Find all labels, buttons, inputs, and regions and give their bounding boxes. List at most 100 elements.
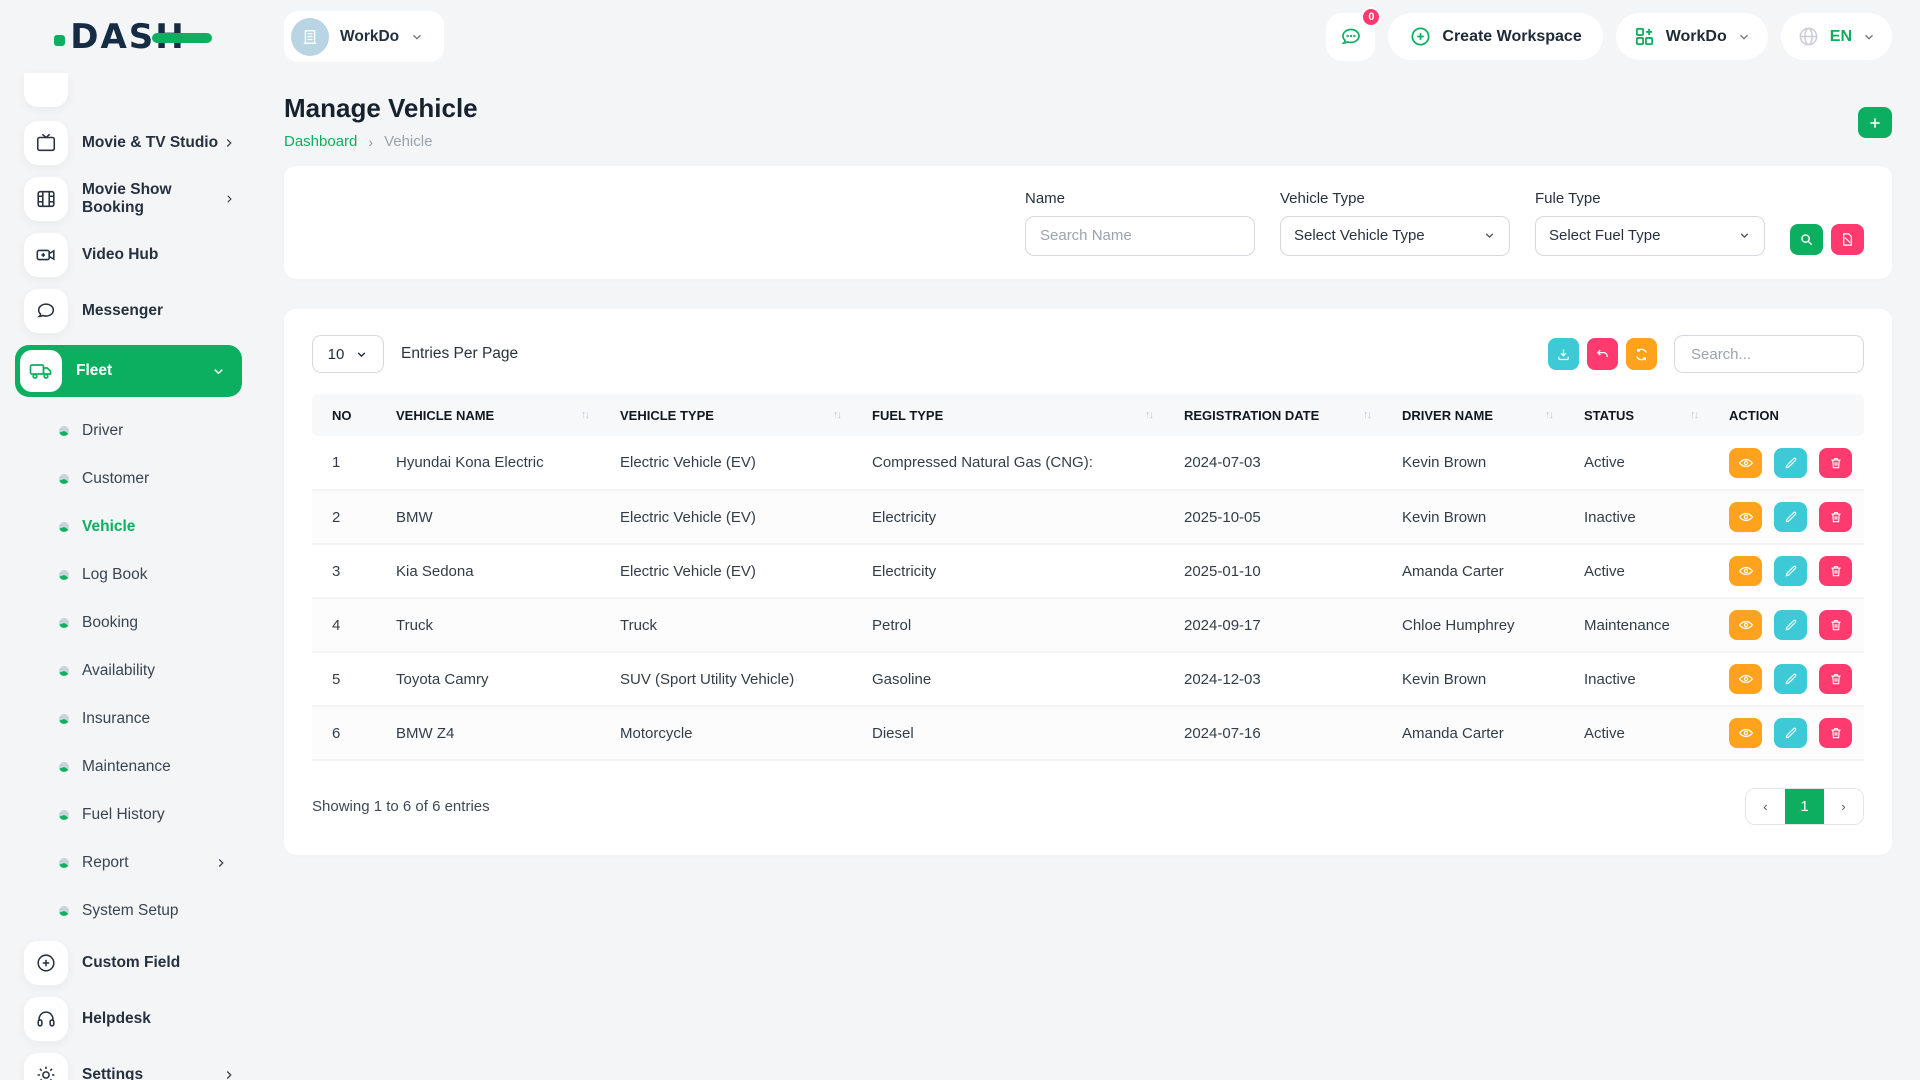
view-button[interactable] [1729, 502, 1762, 532]
sidebar-subitem-insurance[interactable]: Insurance [24, 695, 242, 743]
view-button[interactable] [1729, 664, 1762, 694]
cell-registration-date: 2024-09-17 [1164, 598, 1382, 652]
sidebar-item-helpdesk[interactable]: Helpdesk [24, 997, 242, 1041]
language-selector[interactable]: EN [1781, 13, 1892, 60]
messenger-icon [24, 289, 68, 333]
vehicle-type-select[interactable]: Select Vehicle Type [1280, 216, 1510, 256]
filter-search-button[interactable] [1790, 224, 1823, 255]
chat-badge: 0 [1361, 7, 1381, 27]
column-header-action: ACTION [1709, 394, 1864, 436]
delete-button[interactable] [1819, 556, 1852, 586]
cell-fuel-type: Electricity [852, 544, 1164, 598]
sidebar-item-custom-field[interactable]: Custom Field [24, 941, 242, 985]
entries-per-page-select[interactable]: 10 [312, 335, 384, 373]
clear-filter-icon [1840, 232, 1855, 247]
breadcrumb-dashboard-link[interactable]: Dashboard [284, 133, 357, 150]
bullet-icon [59, 762, 69, 772]
column-header-driver-name[interactable]: DRIVER NAME↑↓ [1382, 394, 1564, 436]
cell-vehicle-name: Kia Sedona [376, 544, 600, 598]
delete-button[interactable] [1819, 664, 1852, 694]
cell-action [1709, 436, 1864, 490]
building-icon [300, 27, 320, 47]
sidebar-subitem-vehicle[interactable]: Vehicle [24, 503, 242, 551]
cell-vehicle-type: Electric Vehicle (EV) [600, 544, 852, 598]
vehicle-table: NOVEHICLE NAME↑↓VEHICLE TYPE↑↓FUEL TYPE↑… [312, 394, 1864, 761]
delete-button[interactable] [1819, 448, 1852, 478]
edit-button[interactable] [1774, 448, 1807, 478]
sort-icon[interactable]: ↑↓ [1690, 409, 1699, 421]
sort-icon[interactable]: ↑↓ [1363, 409, 1372, 421]
sidebar-subitem-log-book[interactable]: Log Book [24, 551, 242, 599]
chat-bubble-icon [1339, 25, 1363, 49]
sort-icon[interactable]: ↑↓ [581, 409, 590, 421]
name-filter-input[interactable] [1025, 216, 1255, 256]
sidebar-subitem-report[interactable]: Report [24, 839, 242, 887]
cell-driver-name: Amanda Carter [1382, 544, 1564, 598]
scrolled-menu-item-partial[interactable] [24, 73, 68, 107]
trash-icon [1829, 510, 1843, 524]
sidebar-subitem-system-setup[interactable]: System Setup [24, 887, 242, 935]
sidebar-subitem-customer[interactable]: Customer [24, 455, 242, 503]
pagination-page-1[interactable]: 1 [1785, 789, 1824, 824]
delete-button[interactable] [1819, 502, 1852, 532]
sidebar-item-video-hub[interactable]: Video Hub [24, 233, 242, 277]
add-vehicle-button[interactable] [1858, 107, 1892, 138]
sidebar-subitem-driver[interactable]: Driver [24, 407, 242, 455]
column-header-registration-date[interactable]: REGISTRATION DATE↑↓ [1164, 394, 1382, 436]
workdo-menu-button[interactable]: WorkDo [1616, 13, 1768, 60]
sort-icon[interactable]: ↑↓ [1145, 409, 1154, 421]
column-header-status[interactable]: STATUS↑↓ [1564, 394, 1709, 436]
cell-vehicle-name: BMW [376, 490, 600, 544]
undo-button[interactable] [1587, 338, 1618, 370]
delete-button[interactable] [1819, 610, 1852, 640]
sort-icon[interactable]: ↑↓ [833, 409, 842, 421]
refresh-button[interactable] [1626, 338, 1657, 370]
create-workspace-button[interactable]: Create Workspace [1388, 13, 1602, 60]
pagination-prev-button[interactable]: ‹ [1746, 789, 1785, 824]
sidebar-item-settings[interactable]: Settings [24, 1053, 242, 1080]
sidebar-subitem-fuel-history[interactable]: Fuel History [24, 791, 242, 839]
sidebar-item-movie-show-booking[interactable]: Movie Show Booking [24, 177, 242, 221]
trash-icon [1829, 672, 1843, 686]
view-button[interactable] [1729, 448, 1762, 478]
pencil-icon [1784, 726, 1798, 740]
logo-area: DASH [0, 20, 256, 54]
export-button[interactable] [1548, 338, 1579, 370]
edit-button[interactable] [1774, 502, 1807, 532]
table-search-input[interactable] [1674, 335, 1864, 373]
edit-button[interactable] [1774, 610, 1807, 640]
cell-vehicle-name: Truck [376, 598, 600, 652]
sidebar-item-movie-tv-studio[interactable]: Movie & TV Studio [24, 121, 242, 165]
gear-icon [24, 1053, 68, 1080]
view-button[interactable] [1729, 556, 1762, 586]
bullet-icon [59, 426, 69, 436]
column-header-vehicle-name[interactable]: VEHICLE NAME↑↓ [376, 394, 600, 436]
sidebar-item-fleet[interactable]: Fleet [15, 345, 242, 397]
chevron-right-icon [222, 136, 236, 150]
sidebar-subitem-availability[interactable]: Availability [24, 647, 242, 695]
plus-circle-icon [1409, 25, 1432, 48]
workdo-menu-label: WorkDo [1666, 28, 1727, 46]
edit-button[interactable] [1774, 664, 1807, 694]
delete-button[interactable] [1819, 718, 1852, 748]
vehicle-type-filter-label: Vehicle Type [1280, 190, 1510, 207]
workspace-switcher[interactable]: WorkDo [284, 11, 444, 62]
edit-button[interactable] [1774, 718, 1807, 748]
filter-clear-button[interactable] [1831, 224, 1864, 255]
view-button[interactable] [1729, 718, 1762, 748]
column-header-vehicle-type[interactable]: VEHICLE TYPE↑↓ [600, 394, 852, 436]
sidebar-item-messenger[interactable]: Messenger [24, 289, 242, 333]
messages-button[interactable]: 0 [1326, 13, 1375, 61]
view-button[interactable] [1729, 610, 1762, 640]
edit-button[interactable] [1774, 556, 1807, 586]
column-header-fuel-type[interactable]: FUEL TYPE↑↓ [852, 394, 1164, 436]
sidebar-subitem-maintenance[interactable]: Maintenance [24, 743, 242, 791]
dash-logo[interactable]: DASH [70, 20, 185, 54]
pagination-next-button[interactable]: › [1824, 789, 1863, 824]
pencil-icon [1784, 456, 1798, 470]
fuel-type-select[interactable]: Select Fuel Type [1535, 216, 1765, 256]
truck-icon [20, 350, 62, 392]
showing-entries-text: Showing 1 to 6 of 6 entries [312, 798, 490, 815]
sidebar-subitem-booking[interactable]: Booking [24, 599, 242, 647]
sort-icon[interactable]: ↑↓ [1545, 409, 1554, 421]
